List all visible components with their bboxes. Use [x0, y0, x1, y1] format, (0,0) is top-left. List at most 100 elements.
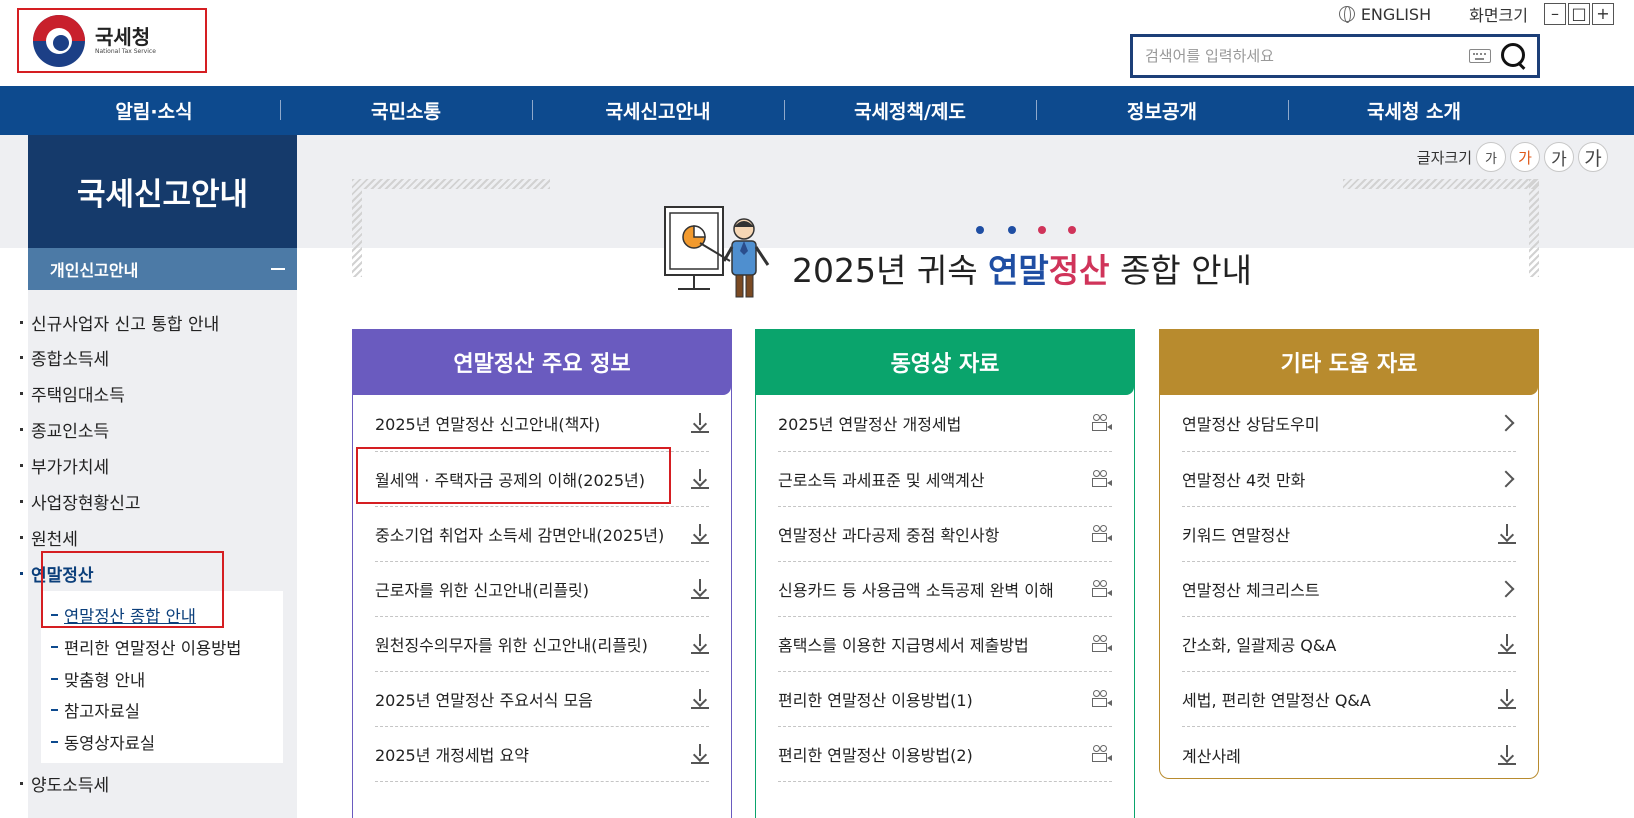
download-icon[interactable] [1498, 744, 1516, 765]
video-icon[interactable] [1092, 745, 1112, 763]
card-title: 연말정산 주요 정보 [353, 329, 731, 395]
list-item[interactable]: 연말정산 과다공제 중점 확인사항 [778, 507, 1112, 562]
logo-subtitle: National Tax Service [95, 48, 156, 55]
screen-size-label: 화면크기 [1469, 6, 1528, 25]
highlight-box [41, 551, 224, 628]
sidebar-item-rental-income[interactable]: 주택임대소득 [20, 381, 125, 406]
sidebar-title: 국세신고안내 [28, 135, 297, 248]
english-link[interactable]: ENGLISH [1338, 4, 1432, 24]
video-icon[interactable] [1092, 470, 1112, 488]
utility-bar: ENGLISH 화면크기 – □ + [1338, 2, 1614, 26]
sidebar-section-header[interactable]: 개인신고안내 [28, 248, 297, 290]
list-item[interactable]: 계산사례 [1182, 727, 1516, 782]
list-item[interactable]: 2025년 개정세법 요약 [375, 727, 709, 782]
zoom-reset-button[interactable]: □ [1568, 3, 1590, 25]
submenu-convenient-method[interactable]: 편리한 연말정산 이용방법 [51, 635, 241, 659]
sidebar-item-income-tax[interactable]: 종합소득세 [20, 345, 109, 370]
search-box [1130, 34, 1540, 78]
font-size-xlarge[interactable]: 가 [1578, 142, 1608, 172]
highlight-box [356, 447, 671, 504]
list-item[interactable]: 중소기업 취업자 소득세 감면안내(2025년) [375, 507, 709, 562]
font-size-normal[interactable]: 가 [1510, 142, 1540, 172]
download-icon[interactable] [691, 413, 709, 433]
download-icon[interactable] [691, 689, 709, 709]
decor-stripe [352, 179, 362, 277]
keyboard-icon[interactable] [1469, 49, 1491, 63]
main-navigation: 알림·소식 국민소통 국세신고안내 국세정책/제도 정보공개 국세청 소개 [0, 86, 1634, 135]
chevron-right-icon[interactable] [1497, 470, 1515, 488]
font-size-large[interactable]: 가 [1544, 142, 1574, 172]
list-item[interactable]: 2025년 연말정산 주요서식 모음 [375, 672, 709, 727]
decor-stripe [1343, 179, 1539, 189]
download-icon[interactable] [691, 524, 709, 544]
list-item[interactable]: 근로자를 위한 신고안내(리플릿) [375, 562, 709, 617]
gnb-tax-policy[interactable]: 국세정책/제도 [784, 97, 1036, 124]
search-input[interactable] [1133, 37, 1469, 75]
sidebar-item-capital-gains[interactable]: 양도소득세 [20, 771, 109, 796]
list-item[interactable]: 근로소득 과세표준 및 세액계산 [778, 452, 1112, 507]
card-videos: 동영상 자료 2025년 연말정산 개정세법 근로소득 과세표준 및 세액계산 … [755, 329, 1135, 818]
presenter-illustration-icon [664, 206, 770, 298]
decor-stripe [352, 179, 550, 189]
sidebar-item-religious-income[interactable]: 종교인소득 [20, 417, 109, 442]
download-icon[interactable] [691, 744, 709, 764]
logo-title: 국세청 [95, 25, 151, 49]
list-item[interactable]: 연말정산 체크리스트 [1182, 562, 1516, 617]
list-item[interactable]: 2025년 연말정산 신고안내(책자) [375, 395, 709, 452]
gnb-tax-filing[interactable]: 국세신고안내 [532, 97, 784, 124]
download-icon[interactable] [691, 579, 709, 599]
chevron-right-icon[interactable] [1497, 580, 1515, 598]
list-item[interactable]: 편리한 연말정산 이용방법(1) [778, 672, 1112, 727]
list-item[interactable]: 연말정산 상담도우미 [1182, 395, 1516, 452]
chevron-right-icon[interactable] [1497, 414, 1515, 432]
download-icon[interactable] [691, 634, 709, 654]
gnb-disclosure[interactable]: 정보공개 [1036, 97, 1288, 124]
list-item[interactable]: 2025년 연말정산 개정세법 [778, 395, 1112, 452]
card-other-resources: 기타 도움 자료 연말정산 상담도우미 연말정산 4컷 만화 키워드 연말정산 … [1159, 329, 1539, 779]
download-icon[interactable] [1498, 634, 1516, 654]
video-icon[interactable] [1092, 414, 1112, 432]
font-size-control: 글자크기 가 가 가 가 [1417, 142, 1608, 172]
sidebar-section-label: 개인신고안내 [50, 261, 139, 280]
video-icon[interactable] [1092, 635, 1112, 653]
card-title: 기타 도움 자료 [1160, 329, 1538, 395]
site-logo[interactable]: 국세청 National Tax Service [17, 8, 207, 73]
video-icon[interactable] [1092, 690, 1112, 708]
sidebar-item-vat[interactable]: 부가가치세 [20, 453, 109, 478]
collapse-icon[interactable] [271, 268, 285, 270]
search-icon[interactable] [1501, 43, 1527, 69]
gnb-communication[interactable]: 국민소통 [280, 97, 532, 124]
font-size-small[interactable]: 가 [1476, 142, 1506, 172]
list-item[interactable]: 홈택스를 이용한 지급명세서 제출방법 [778, 617, 1112, 672]
card-key-info: 연말정산 주요 정보 2025년 연말정산 신고안내(책자) 월세액 · 주택자… [352, 329, 732, 818]
list-item[interactable]: 간소화, 일괄제공 Q&A [1182, 617, 1516, 672]
zoom-in-button[interactable]: + [1592, 3, 1614, 25]
submenu-reference[interactable]: 참고자료실 [51, 698, 140, 722]
list-item[interactable]: 편리한 연말정산 이용방법(2) [778, 727, 1112, 782]
zoom-out-button[interactable]: – [1544, 3, 1566, 25]
download-icon[interactable] [1498, 524, 1516, 544]
list-item[interactable]: 키워드 연말정산 [1182, 507, 1516, 562]
list-item[interactable]: 세법, 편리한 연말정산 Q&A [1182, 672, 1516, 727]
list-item[interactable]: 원천징수의무자를 위한 신고안내(리플릿) [375, 617, 709, 672]
download-icon[interactable] [691, 469, 709, 489]
download-icon[interactable] [1498, 689, 1516, 709]
submenu-custom-guide[interactable]: 맞춤형 안내 [51, 667, 145, 691]
english-label: ENGLISH [1360, 4, 1432, 24]
video-icon[interactable] [1092, 580, 1112, 598]
gnb-notice[interactable]: 알림·소식 [28, 97, 280, 124]
sidebar-item-business-status[interactable]: 사업장현황신고 [20, 489, 140, 514]
decor-stripe [1529, 179, 1539, 277]
globe-icon [1338, 6, 1355, 23]
gnb-about[interactable]: 국세청 소개 [1288, 97, 1540, 124]
sidebar-item-new-business[interactable]: 신규사업자 신고 통합 안내 [20, 310, 219, 335]
list-item[interactable]: 연말정산 4컷 만화 [1182, 452, 1516, 507]
sidebar-item-withholding[interactable]: 원천세 [20, 525, 78, 550]
taegeuk-logo-icon [33, 14, 85, 67]
card-title: 동영상 자료 [756, 329, 1134, 395]
list-item[interactable]: 신용카드 등 사용금액 소득공제 완벽 이해 [778, 562, 1112, 617]
submenu-video-room[interactable]: 동영상자료실 [51, 730, 155, 754]
font-size-label: 글자크기 [1416, 148, 1472, 167]
page-title: 2025년 귀속 연말정산 종합 안내 [792, 251, 1252, 290]
video-icon[interactable] [1092, 525, 1112, 543]
